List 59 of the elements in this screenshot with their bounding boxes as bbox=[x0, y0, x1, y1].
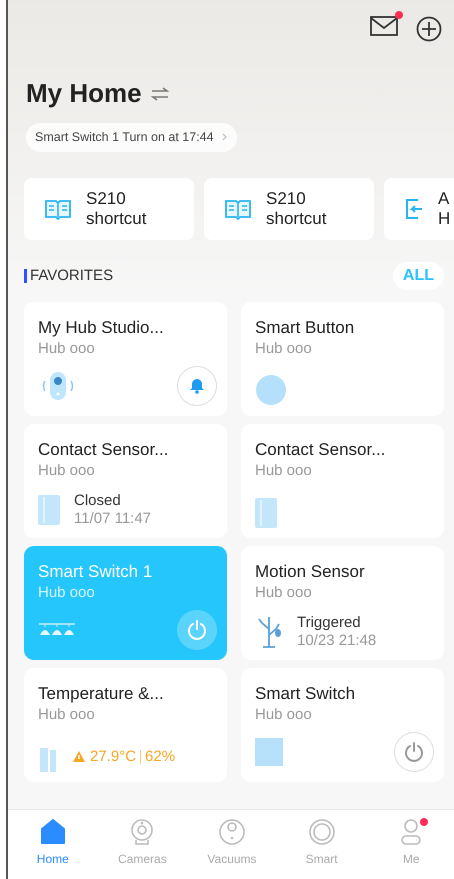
device-name: Contact Sensor... bbox=[255, 440, 386, 460]
hub-name: Hub ooo bbox=[38, 582, 96, 603]
status-text: Triggered bbox=[297, 614, 362, 632]
power-icon bbox=[187, 620, 207, 640]
status-text: Closed bbox=[74, 492, 122, 510]
alarm-button[interactable] bbox=[177, 366, 217, 406]
round-button-icon bbox=[255, 374, 287, 406]
hub-name: Hub ooo bbox=[255, 704, 313, 725]
device-name: Contact Sensor... bbox=[38, 440, 170, 460]
shortcut-label: S210 shortcut bbox=[266, 188, 326, 229]
shortcut-card[interactable]: S210 shortcut bbox=[204, 178, 374, 240]
device-card[interactable]: Contact Sensor... Hub ooo bbox=[241, 424, 444, 538]
power-button[interactable] bbox=[177, 610, 217, 650]
exit-icon bbox=[404, 196, 424, 221]
device-name: Motion Sensor bbox=[255, 562, 366, 582]
shortcut-card[interactable]: A H bbox=[384, 178, 454, 240]
pendant-lights-icon bbox=[38, 622, 76, 638]
swap-icon[interactable] bbox=[150, 86, 170, 102]
device-card[interactable]: My Hub Studio... Hub ooo bbox=[24, 302, 227, 416]
hub-name: Hub ooo bbox=[38, 460, 96, 481]
hub-name: Hub ooo bbox=[255, 460, 313, 481]
device-name: Smart Switch 1 bbox=[38, 562, 154, 582]
device-card[interactable]: Temperature &... Hub ooo 27.9°C 62% bbox=[24, 668, 227, 782]
vacuum-icon bbox=[218, 818, 246, 846]
activity-notice[interactable]: Smart Switch 1 Turn on at 17:44 bbox=[26, 123, 237, 152]
mail-icon[interactable] bbox=[370, 16, 398, 36]
bell-icon bbox=[189, 378, 205, 394]
device-name: Smart Switch bbox=[255, 684, 356, 704]
humidity-reading: 62% bbox=[145, 746, 176, 766]
power-icon bbox=[404, 742, 424, 762]
shortcut-card[interactable]: S210 shortcut bbox=[24, 178, 194, 240]
plug-icon bbox=[255, 738, 283, 766]
power-button[interactable] bbox=[394, 732, 434, 772]
hub-name: Hub ooo bbox=[38, 704, 96, 725]
circle-icon bbox=[308, 818, 336, 846]
device-name: My Hub Studio... bbox=[38, 318, 165, 338]
section-title: FAVORITES bbox=[30, 266, 114, 286]
device-card[interactable]: Smart Switch Hub ooo bbox=[241, 668, 444, 782]
chevron-right-icon bbox=[222, 133, 228, 142]
section-marker bbox=[24, 268, 27, 283]
add-icon[interactable] bbox=[416, 16, 442, 42]
event-time: 11/07 11:47 bbox=[74, 510, 152, 528]
shortcut-label: S210 shortcut bbox=[86, 188, 146, 229]
device-name: Temperature &... bbox=[38, 684, 165, 704]
hub-name: Hub ooo bbox=[255, 338, 313, 359]
hub-name: Hub ooo bbox=[38, 338, 96, 359]
home-title: My Home bbox=[26, 77, 142, 110]
home-icon bbox=[38, 818, 67, 846]
shortcut-label: A H bbox=[438, 188, 450, 229]
temperature-reading: 27.9°C bbox=[90, 746, 136, 766]
contact-sensor-icon bbox=[255, 498, 277, 528]
hub-name: Hub ooo bbox=[255, 582, 313, 603]
warning-icon bbox=[72, 750, 86, 764]
device-card[interactable]: Contact Sensor... Hub ooo Closed 11/07 11:47 bbox=[24, 424, 227, 538]
device-card[interactable]: Smart Button Hub ooo bbox=[241, 302, 444, 416]
contact-sensor-icon bbox=[38, 494, 60, 525]
event-time: 10/23 21:48 bbox=[297, 632, 376, 650]
device-card[interactable]: Motion Sensor Hub ooo Triggered 10/23 21:48 bbox=[241, 546, 444, 660]
device-name: Smart Button bbox=[255, 318, 356, 338]
